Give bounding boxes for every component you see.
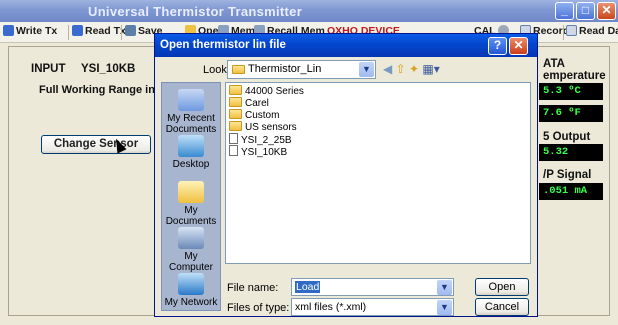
dialog-help-button[interactable]: ? (488, 37, 507, 55)
view-menu-icon[interactable]: ▦▾ (422, 62, 439, 76)
xml-file-icon (229, 133, 238, 144)
chevron-down-icon[interactable]: ▼ (437, 280, 452, 295)
read-data-button[interactable]: Read Data (566, 25, 618, 40)
open-button[interactable]: Open (475, 278, 529, 296)
range-label: Full Working Range in '( (39, 84, 165, 96)
temp-fahrenheit-display: 7.6 ºF (539, 105, 603, 122)
my-network-icon (178, 273, 204, 295)
desktop-icon (178, 135, 204, 157)
write-tx-button[interactable]: Write Tx (3, 25, 57, 40)
recent-documents-icon (178, 89, 204, 111)
new-folder-icon[interactable]: ✦ (409, 62, 419, 76)
close-button[interactable]: ✕ (597, 2, 616, 20)
place-label: My Documents (165, 205, 217, 227)
folder-icon (232, 65, 245, 74)
place-label: Desktop (172, 159, 210, 170)
temperature-label: emperature (543, 70, 606, 82)
read-tx-icon (72, 25, 83, 36)
dialog-title: Open thermistor lin file (160, 39, 286, 51)
cancel-button[interactable]: Cancel (475, 298, 529, 316)
read-tx-button[interactable]: Read Tx (72, 25, 126, 40)
chevron-down-icon[interactable]: ▼ (437, 300, 452, 315)
folder-icon (229, 85, 242, 95)
list-item[interactable]: Carel (229, 97, 269, 109)
folder-name: US sensors (245, 122, 297, 133)
signal-display: .051 mA (539, 183, 603, 200)
place-desktop[interactable]: Desktop (162, 135, 220, 170)
read-data-label: Read Data (579, 25, 618, 37)
file-name-input[interactable]: Load ▼ (291, 278, 454, 296)
folder-icon (229, 109, 242, 119)
temp-celsius-display: 5.3 ºC (539, 83, 603, 100)
title-bar: Universal Thermistor Transmitter _ □ ✕ (0, 0, 618, 22)
dialog-nav-icons: ◀ ⇧ ✦ ▦▾ (383, 62, 440, 76)
minimize-button[interactable]: _ (555, 2, 574, 20)
read-data-icon (566, 25, 577, 36)
places-bar: My Recent Documents Desktop My Documents… (161, 82, 221, 311)
write-tx-label: Write Tx (16, 25, 58, 37)
dialog-title-bar: Open thermistor lin file ? ✕ (155, 34, 537, 57)
input-value: YSI_10KB (81, 63, 136, 75)
file-name: YSI_10KB (241, 147, 288, 158)
maximize-button[interactable]: □ (576, 2, 595, 20)
data-header: ATA (543, 58, 565, 70)
up-folder-icon[interactable]: ⇧ (396, 62, 406, 76)
place-label: My Recent Documents (165, 113, 217, 135)
write-tx-icon (3, 25, 14, 36)
place-my-computer[interactable]: My Computer (162, 227, 220, 273)
folder-name: 44000 Series (245, 86, 304, 97)
look-in-select[interactable]: Thermistor_Lin ▼ (227, 60, 376, 79)
place-my-network[interactable]: My Network (162, 273, 220, 308)
folder-icon (229, 121, 242, 131)
dialog-close-button[interactable]: ✕ (509, 37, 528, 55)
app-title: Universal Thermistor Transmitter (88, 4, 303, 19)
save-icon (125, 25, 136, 36)
list-item[interactable]: 44000 Series (229, 85, 304, 97)
signal-label: /P Signal (543, 169, 592, 181)
place-label: My Network (164, 297, 218, 308)
place-my-documents[interactable]: My Documents (162, 181, 220, 227)
place-label: My Computer (169, 251, 213, 273)
back-icon[interactable]: ◀ (383, 62, 392, 76)
file-list[interactable]: 44000 Series Carel Custom US sensors YSI… (225, 82, 531, 264)
file-type-select[interactable]: xml files (*.xml) ▼ (291, 298, 454, 316)
toolbar-separator (563, 25, 564, 40)
toolbar-separator (121, 25, 122, 40)
toolbar-separator (68, 25, 69, 40)
my-computer-icon (178, 227, 204, 249)
list-item[interactable]: Custom (229, 109, 279, 121)
folder-name: Carel (245, 98, 269, 109)
output-label: 5 Output (543, 131, 591, 143)
list-item[interactable]: US sensors (229, 121, 297, 133)
main-window: Universal Thermistor Transmitter _ □ ✕ W… (0, 0, 618, 325)
file-type-value: xml files (*.xml) (295, 301, 367, 313)
list-item[interactable]: YSI_2_25B (229, 133, 292, 146)
output-display: 5.32 (539, 144, 603, 161)
my-documents-icon (178, 181, 204, 203)
file-name-label: File name: (227, 282, 279, 294)
input-label: INPUT (31, 63, 66, 75)
change-sensor-button[interactable]: Change Sensor (41, 135, 151, 154)
xml-file-icon (229, 145, 238, 156)
list-item[interactable]: YSI_10KB (229, 145, 288, 158)
open-file-dialog: Open thermistor lin file ? ✕ Look in: Th… (154, 33, 538, 317)
file-type-label: Files of type: (227, 302, 290, 314)
folder-icon (229, 97, 242, 107)
read-tx-label: Read Tx (85, 25, 126, 37)
place-recent-documents[interactable]: My Recent Documents (162, 89, 220, 135)
folder-name: Custom (245, 110, 280, 121)
look-in-value: Thermistor_Lin (248, 63, 322, 75)
chevron-down-icon: ▼ (359, 62, 374, 77)
file-name-value: Load (295, 281, 321, 293)
